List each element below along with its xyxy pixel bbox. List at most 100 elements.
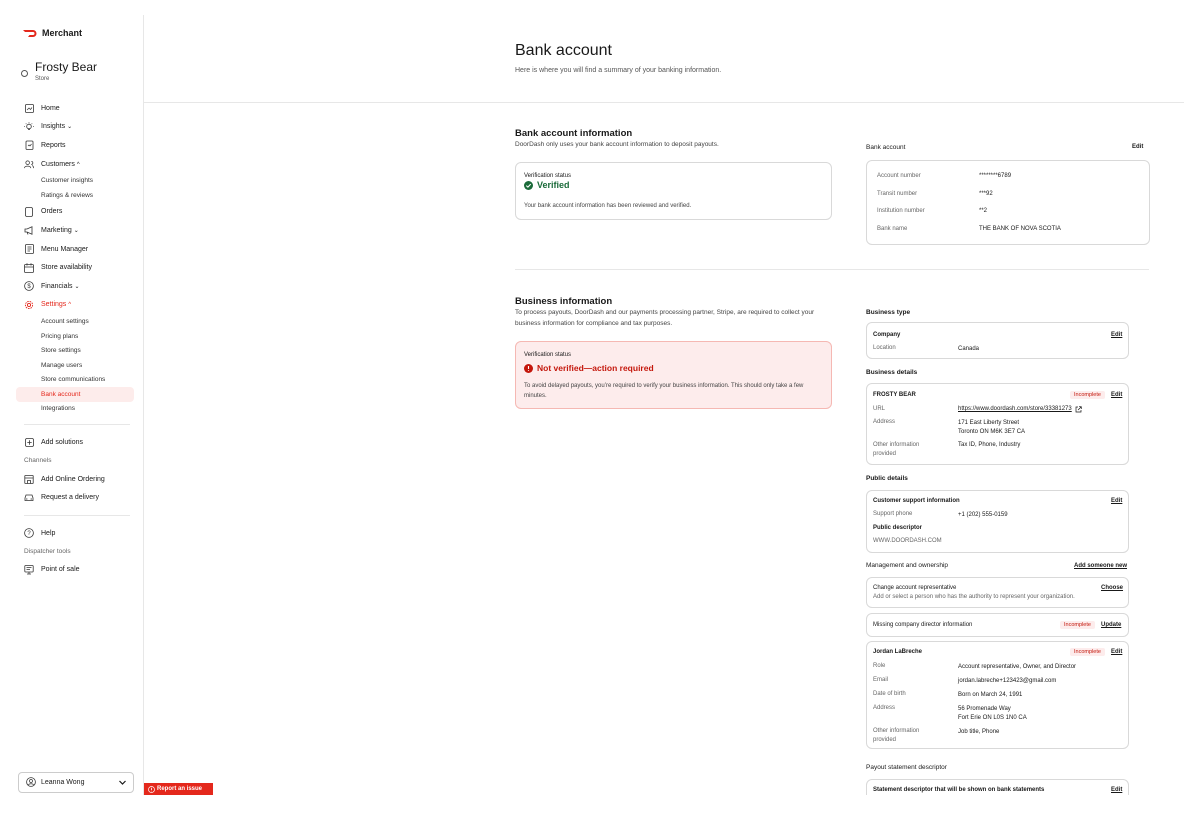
sidebar-item-customer-insights[interactable]: Customer insights: [13, 173, 144, 188]
sidebar-item-add-solutions[interactable]: Add solutions: [13, 433, 144, 452]
account-number-label: Account number: [877, 173, 921, 179]
role-label: Role: [873, 663, 886, 669]
sidebar-item-home[interactable]: Home: [13, 99, 144, 118]
store-name: Frosty Bear: [35, 60, 98, 74]
update-director-link[interactable]: Update: [1101, 622, 1121, 628]
sidebar-item-bank-account[interactable]: Bank account: [16, 387, 134, 402]
transit-number-value: ***92: [979, 191, 993, 197]
sidebar-item-store-settings[interactable]: Store settings: [13, 343, 144, 358]
sidebar: Merchant Frosty Bear Store Home Insights…: [13, 15, 144, 795]
sidebar-item-account-settings[interactable]: Account settings: [13, 314, 144, 329]
sidebar-item-label: Marketing: [41, 226, 72, 234]
dob-value: Born on March 24, 1991: [958, 692, 1023, 698]
sidebar-item-integrations[interactable]: Integrations: [13, 402, 144, 417]
payout-descriptor-title: Payout statement descriptor: [866, 764, 947, 771]
sidebar-item-request-delivery[interactable]: Request a delivery: [13, 488, 144, 507]
dob-label: Date of birth: [873, 691, 906, 697]
sidebar-item-label: Bank account: [41, 390, 81, 398]
brand-logo[interactable]: Merchant: [23, 28, 82, 38]
other-info-label-2: provided: [873, 451, 897, 457]
business-details-edit-link[interactable]: Edit: [1111, 392, 1122, 398]
user-name: Leanna Wong: [41, 779, 85, 786]
other-info-label-2: provided: [873, 737, 897, 743]
sidebar-item-label: Customer insights: [41, 177, 94, 185]
store-status-icon: [21, 70, 28, 77]
add-someone-new-link[interactable]: Add someone new: [1074, 563, 1127, 569]
address-label: Address: [873, 705, 896, 711]
brand-name: Merchant: [42, 28, 83, 38]
email-label: Email: [873, 677, 889, 683]
sidebar-item-ratings-reviews[interactable]: Ratings & reviews: [13, 188, 144, 203]
sidebar-item-label: Financials: [41, 282, 73, 290]
menu-book-icon: [24, 244, 34, 254]
sidebar-item-store-communications[interactable]: Store communications: [13, 373, 144, 388]
sidebar-item-add-online-ordering[interactable]: Add Online Ordering: [13, 470, 144, 489]
bank-account-card-title: Bank account: [866, 144, 906, 151]
bank-verification-card: Verification status Verified Your bank a…: [515, 162, 832, 220]
sidebar-item-help[interactable]: ? Help: [13, 524, 144, 543]
home-icon: [24, 103, 34, 113]
user-avatar-icon: [26, 776, 36, 789]
not-verified-description: To avoid delayed payouts, you’re require…: [524, 383, 804, 399]
location-value: Canada: [958, 346, 980, 352]
check-circle-icon: [524, 180, 533, 190]
support-phone-value: +1 (202) 555-0159: [958, 512, 1008, 518]
business-type-edit-link[interactable]: Edit: [1111, 332, 1122, 338]
section-label-dispatcher: Dispatcher tools: [24, 548, 71, 556]
sidebar-item-pricing-plans[interactable]: Pricing plans: [13, 329, 144, 344]
missing-director-card: Missing company director information Inc…: [866, 613, 1129, 637]
public-descriptor-title: Public descriptor: [873, 525, 923, 531]
report-issue-label: Report an issue: [157, 786, 203, 792]
change-representative-card: Change account representative Add or sel…: [866, 577, 1129, 608]
incomplete-badge: Incomplete: [1070, 391, 1105, 399]
sidebar-item-label: Point of sale: [41, 566, 80, 574]
section-divider: [515, 269, 1149, 270]
choose-representative-link[interactable]: Choose: [1101, 585, 1123, 591]
address-label: Address: [873, 419, 896, 425]
report-icon: [24, 140, 34, 151]
location-label: Location: [873, 345, 896, 351]
payout-descriptor-edit-link[interactable]: Edit: [1111, 787, 1122, 793]
sidebar-item-label: Pricing plans: [41, 332, 79, 340]
sidebar-item-marketing[interactable]: Marketing ⌄: [13, 221, 144, 240]
business-details-card: FROSTY BEAR Incomplete Edit URL https://…: [866, 383, 1129, 465]
person-edit-link[interactable]: Edit: [1111, 649, 1122, 655]
sidebar-item-manage-users[interactable]: Manage users: [13, 358, 144, 373]
institution-number-value: **2: [979, 208, 988, 214]
sidebar-item-financials[interactable]: $ Financials ⌄: [13, 277, 144, 296]
url-label: URL: [873, 406, 886, 412]
person-name: Jordan LaBreche: [873, 649, 923, 655]
not-verified-status-text: Not verified—action required: [537, 363, 654, 373]
incomplete-badge: Incomplete: [1060, 621, 1095, 629]
sidebar-item-label: Manage users: [41, 361, 83, 369]
bank-account-edit-link[interactable]: Edit: [1132, 144, 1143, 150]
chevron-down-icon: ⌄: [67, 124, 73, 131]
sidebar-item-label: Request a delivery: [41, 494, 99, 502]
sidebar-item-store-availability[interactable]: Store availability: [13, 258, 144, 277]
incomplete-badge: Incomplete: [1070, 648, 1105, 656]
sidebar-item-label: Add Online Ordering: [41, 475, 105, 483]
report-issue-button[interactable]: Report an issue: [144, 783, 213, 795]
sidebar-item-insights[interactable]: Insights ⌄: [13, 118, 144, 137]
email-value: jordan.labreche+123423@gmail.com: [958, 678, 1057, 684]
public-details-title: Public details: [866, 475, 908, 482]
business-url[interactable]: https://www.doordash.com/store/33381273: [958, 405, 1082, 414]
sidebar-item-point-of-sale[interactable]: Point of sale: [13, 561, 144, 580]
section-label-channels: Channels: [24, 457, 52, 465]
chevron-down-icon: ⌄: [73, 227, 79, 234]
sidebar-item-reports[interactable]: Reports: [13, 136, 144, 155]
public-details-edit-link[interactable]: Edit: [1111, 498, 1122, 504]
not-verified-status: Not verified—action required: [524, 363, 654, 373]
car-icon: [24, 493, 34, 503]
sidebar-item-menu-manager[interactable]: Menu Manager: [13, 240, 144, 259]
sidebar-item-customers[interactable]: Customers ^: [13, 155, 144, 174]
sidebar-nav: Home Insights ⌄ Reports Customers ^ Custom…: [13, 99, 144, 579]
sidebar-item-orders[interactable]: Orders: [13, 203, 144, 222]
sidebar-item-label: Account settings: [41, 317, 89, 325]
sidebar-item-label: Store communications: [41, 376, 106, 384]
business-url-link[interactable]: https://www.doordash.com/store/33381273: [958, 405, 1072, 414]
chevron-up-icon: ^: [68, 302, 72, 309]
sidebar-item-settings[interactable]: Settings ^: [13, 296, 144, 315]
address-line-1: 171 East Liberty Street: [958, 420, 1020, 426]
user-menu[interactable]: Leanna Wong: [18, 772, 134, 793]
